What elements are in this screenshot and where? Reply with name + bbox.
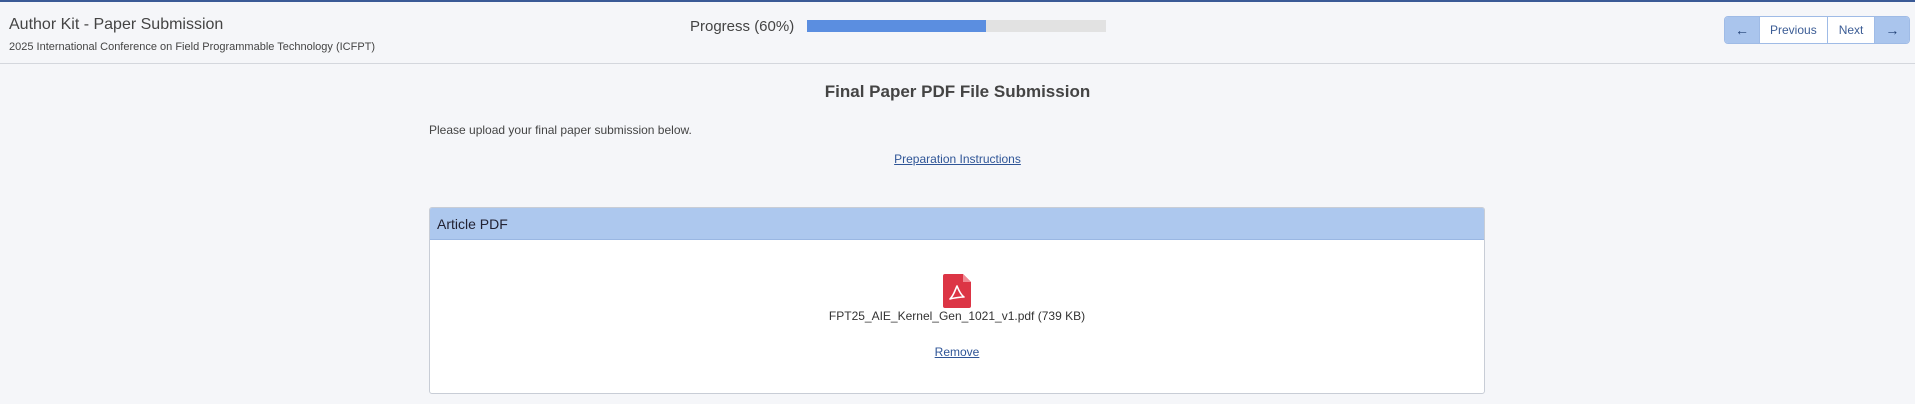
article-pdf-card: Article PDF FPT25_AIE_Kernel_Gen_1021_v1… (429, 207, 1485, 394)
uploaded-file-info: FPT25_AIE_Kernel_Gen_1021_v1.pdf (739 KB… (430, 309, 1484, 323)
app-title: Author Kit - Paper Submission (9, 16, 224, 33)
card-header: Article PDF (430, 208, 1484, 240)
conference-name: 2025 International Conference on Field P… (9, 41, 376, 53)
preparation-instructions-link: Preparation Instructions (0, 152, 1915, 166)
progress-label: Progress (60%) (690, 18, 795, 35)
next-arrow-button[interactable]: → (1875, 17, 1910, 43)
page-title: Final Paper PDF File Submission (824, 82, 1091, 101)
intro-text: Please upload your final paper submissio… (429, 123, 692, 137)
progress-bar (807, 20, 1106, 32)
progress-bar-fill (807, 20, 987, 32)
remove-file-link: Remove (430, 345, 1484, 359)
wizard-navigation: ← Previous Next → (1724, 16, 1911, 44)
preparation-instructions-link-text[interactable]: Preparation Instructions (894, 152, 1021, 166)
remove-file-link-text[interactable]: Remove (935, 345, 980, 359)
pdf-file-icon[interactable] (943, 274, 971, 308)
arrow-left-icon: ← (1735, 22, 1749, 38)
next-button[interactable]: Next (1826, 17, 1876, 43)
previous-button[interactable]: Previous (1759, 17, 1827, 43)
file-name: FPT25_AIE_Kernel_Gen_1021_v1.pdf (828, 309, 1035, 323)
arrow-right-icon: → (1885, 22, 1900, 38)
top-bar: Author Kit - Paper Submission 2025 Inter… (0, 0, 1915, 64)
file-size: (739 KB) (1037, 309, 1086, 323)
previous-arrow-button[interactable]: ← (1725, 17, 1759, 43)
